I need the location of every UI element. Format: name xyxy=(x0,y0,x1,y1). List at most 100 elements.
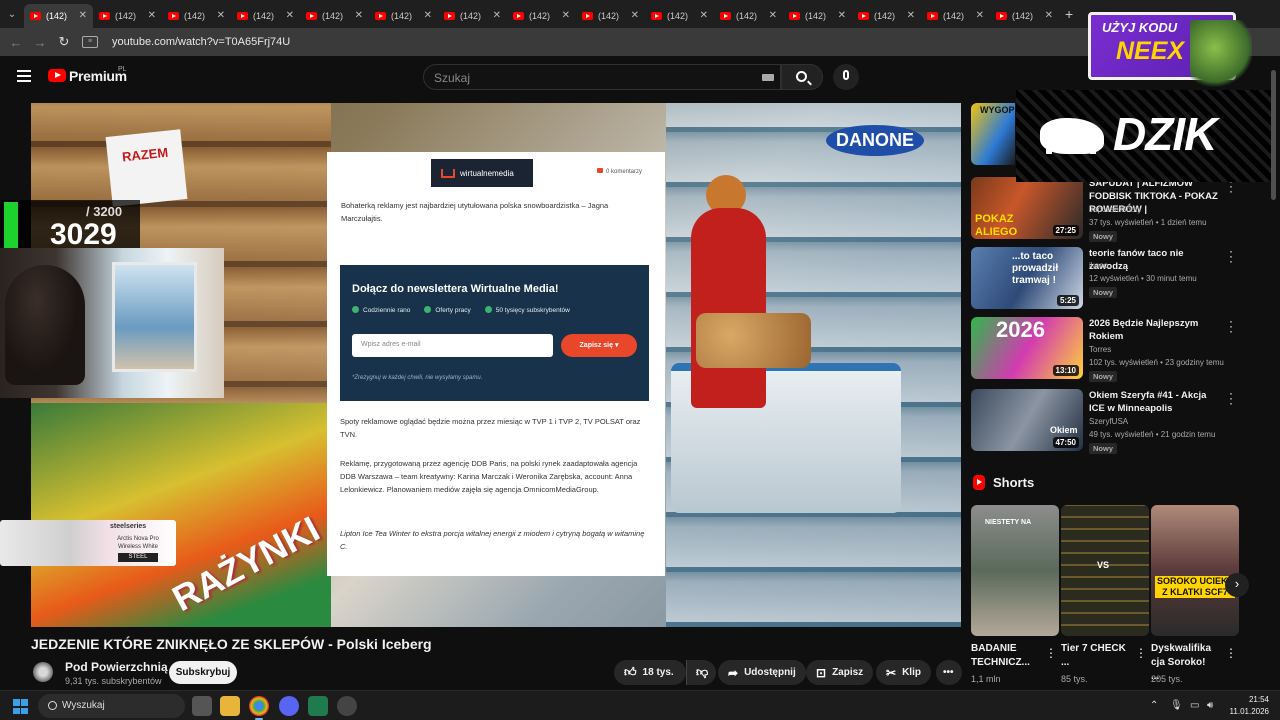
browser-tab[interactable]: (142) ✕ xyxy=(990,4,1059,28)
spreadsheet-app-icon[interactable] xyxy=(308,696,328,716)
browser-tab[interactable]: (142) ✕ xyxy=(783,4,852,28)
thumbs-down-icon: 👎︎ xyxy=(696,665,709,679)
more-icon: ••• xyxy=(943,667,954,678)
taskbar-search[interactable]: Wyszukaj xyxy=(38,694,185,718)
channel-name[interactable]: Pod Powierzchnią xyxy=(65,660,168,674)
short-title[interactable]: Tier 7 CHECK ... xyxy=(1061,642,1126,670)
browser-tab[interactable]: (142) ✕ xyxy=(507,4,576,28)
tab-close-icon[interactable]: ✕ xyxy=(424,10,432,21)
short-thumbnail[interactable] xyxy=(1061,505,1149,636)
video-thumbnail[interactable]: 47:50 xyxy=(971,389,1083,451)
microphone-icon[interactable]: 🎙︎ xyxy=(1170,700,1183,711)
save-button[interactable]: ⊡ Zapisz xyxy=(806,660,874,685)
reload-icon[interactable]: ↻ xyxy=(52,34,76,50)
more-options-icon[interactable]: ⋮ xyxy=(1135,646,1147,660)
recommended-video[interactable]: 47:50 Okiem Szeryfa #41 - Akcja ICE w Min… xyxy=(971,387,1241,454)
neex-promo-line1: UŻYJ KODU xyxy=(1102,20,1178,35)
video-title[interactable]: 2026 Będzie Najlepszym Rokiem xyxy=(1089,317,1224,343)
obs-icon[interactable] xyxy=(337,696,357,716)
voice-search-button[interactable] xyxy=(833,64,859,90)
browser-tab[interactable]: (142) ✕ xyxy=(645,4,714,28)
new-tab-button[interactable]: + xyxy=(1065,6,1073,22)
video-channel[interactable]: Torres xyxy=(1089,345,1111,354)
volume-icon[interactable]: 🔊︎ xyxy=(1207,700,1213,711)
more-options-icon[interactable]: ··· xyxy=(1229,387,1233,409)
tab-close-icon[interactable]: ✕ xyxy=(907,10,915,21)
youtube-favicon-icon xyxy=(720,12,731,20)
browser-tab[interactable]: (142) ✕ xyxy=(300,4,369,28)
tab-close-icon[interactable]: ✕ xyxy=(1045,10,1053,21)
page-scrollbar[interactable] xyxy=(1271,70,1276,200)
browser-tab[interactable]: (142) ✕ xyxy=(162,4,231,28)
newsletter-box: Dołącz do newslettera Wirtualne Media! C… xyxy=(340,265,649,401)
like-button[interactable]: 👍︎ 18 tys. xyxy=(614,660,686,685)
scene-sign: RAZEM xyxy=(105,129,188,207)
browser-tab[interactable]: (142) ✕ xyxy=(93,4,162,28)
clip-button[interactable]: ✂ Klip xyxy=(876,660,931,685)
tab-close-icon[interactable]: ✕ xyxy=(562,10,570,21)
video-channel[interactable]: Japczan Shoty xyxy=(1089,205,1141,214)
tab-close-icon[interactable]: ✕ xyxy=(838,10,846,21)
tab-close-icon[interactable]: ✕ xyxy=(631,10,639,21)
newsletter-title: Dołącz do newslettera Wirtualne Media! xyxy=(352,283,559,295)
tab-close-icon[interactable]: ✕ xyxy=(700,10,708,21)
browser-tab[interactable]: (142) ✕ xyxy=(921,4,990,28)
share-button[interactable]: ➦ Udostępnij xyxy=(718,660,806,685)
tab-search-icon[interactable]: ⌄ xyxy=(0,0,24,28)
comments-count: 0 komentarzy xyxy=(597,168,642,175)
menu-icon[interactable] xyxy=(17,70,31,82)
video-channel[interactable]: ikano. xyxy=(1089,261,1110,270)
discord-icon[interactable] xyxy=(279,696,299,716)
tray-chevron-icon[interactable]: ⌃ xyxy=(1150,700,1158,711)
tab-close-icon[interactable]: ✕ xyxy=(769,10,777,21)
browser-tab[interactable]: (142) ✕ xyxy=(438,4,507,28)
browser-tab[interactable]: (142) ✕ xyxy=(576,4,645,28)
more-options-icon[interactable]: ⋮ xyxy=(1045,646,1057,660)
tab-title: (142) xyxy=(529,11,551,21)
windows-start-icon[interactable] xyxy=(13,699,28,714)
tab-close-icon[interactable]: ✕ xyxy=(148,10,156,21)
back-icon[interactable]: ← xyxy=(4,35,28,50)
newsletter-email-field: Wpisz adres e-mail xyxy=(352,334,553,357)
newsletter-features: Codziennie rano Oferty pracy 50 tysięcy … xyxy=(352,306,570,314)
video-title[interactable]: Okiem Szeryfa #41 - Akcja ICE w Minneapo… xyxy=(1089,389,1224,415)
site-info-icon[interactable]: ≡ xyxy=(82,36,98,48)
tab-close-icon[interactable]: ✕ xyxy=(217,10,225,21)
new-badge: Nowy xyxy=(1089,371,1118,382)
browser-tab[interactable]: (142) ✕ xyxy=(852,4,921,28)
channel-avatar[interactable] xyxy=(33,662,53,682)
more-actions-button[interactable]: ••• xyxy=(936,660,962,685)
webcam-streamer xyxy=(5,265,85,385)
search-input[interactable]: Szukaj xyxy=(423,64,781,90)
shorts-next-button[interactable]: › xyxy=(1225,573,1249,597)
tab-close-icon[interactable]: ✕ xyxy=(79,10,87,21)
more-options-icon[interactable]: ⋮ xyxy=(1225,646,1237,660)
file-explorer-icon[interactable] xyxy=(220,696,240,716)
short-thumbnail[interactable] xyxy=(1151,505,1239,636)
tab-close-icon[interactable]: ✕ xyxy=(976,10,984,21)
browser-tab[interactable]: (142) ✕ xyxy=(24,4,93,28)
url-field[interactable]: youtube.com/watch?v=T0A65Frj74U xyxy=(112,36,290,48)
dislike-button[interactable]: 👎︎ xyxy=(686,660,716,685)
youtube-favicon-icon xyxy=(306,12,317,20)
forward-icon[interactable]: → xyxy=(28,35,52,50)
display-icon[interactable]: ▭ xyxy=(1190,700,1199,711)
browser-tab[interactable]: (142) ✕ xyxy=(714,4,783,28)
more-options-icon[interactable]: ··· xyxy=(1229,245,1233,267)
tab-close-icon[interactable]: ✕ xyxy=(286,10,294,21)
browser-tab[interactable]: (142) ✕ xyxy=(369,4,438,28)
tab-close-icon[interactable]: ✕ xyxy=(493,10,501,21)
chrome-icon[interactable] xyxy=(249,696,269,716)
more-options-icon[interactable]: ··· xyxy=(1229,315,1233,337)
youtube-logo-icon[interactable] xyxy=(48,69,66,82)
taskbar-clock[interactable]: 21:54 11.01.2026 xyxy=(1225,694,1269,718)
keyboard-icon[interactable] xyxy=(762,74,774,81)
search-button[interactable] xyxy=(781,64,823,90)
tab-close-icon[interactable]: ✕ xyxy=(355,10,363,21)
scene-brand-sign: DANONE xyxy=(826,125,925,156)
browser-tab[interactable]: (142) ✕ xyxy=(231,4,300,28)
task-view-icon[interactable] xyxy=(192,696,212,716)
short-title[interactable]: BADANIE TECHNICZ... xyxy=(971,642,1036,670)
tab-title: (142) xyxy=(943,11,965,21)
subscribe-button[interactable]: Subskrybuj xyxy=(169,661,237,684)
